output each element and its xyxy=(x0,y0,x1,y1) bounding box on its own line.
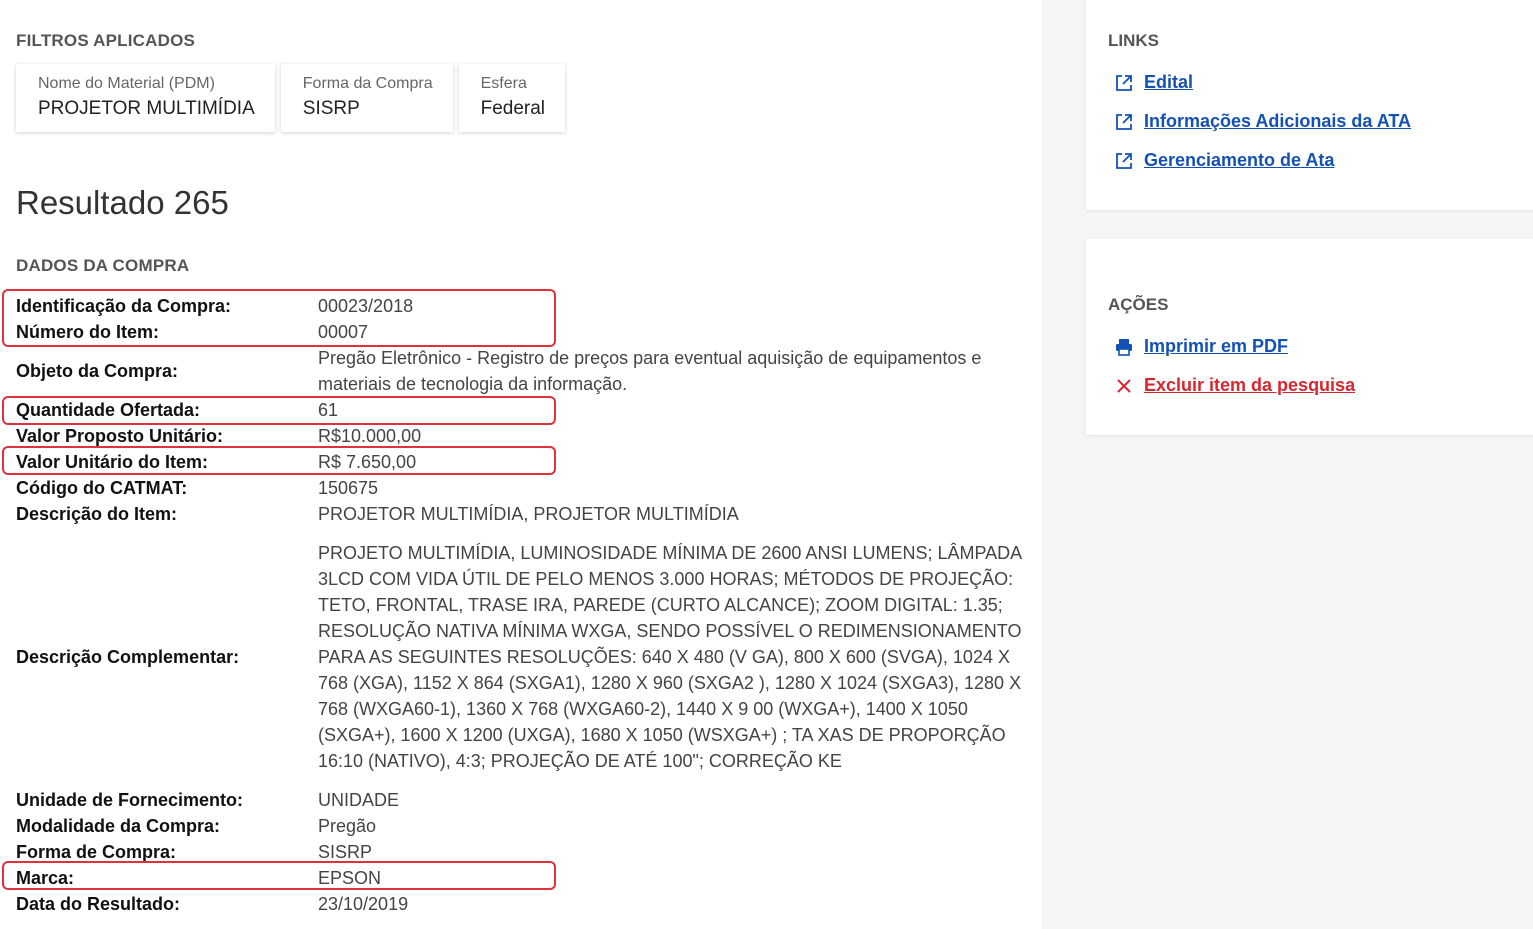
link-gerenciamento-ata[interactable]: Gerenciamento de Ata xyxy=(1114,150,1334,171)
link-label[interactable]: Imprimir em PDF xyxy=(1144,336,1288,357)
detail-value: UNIDADE xyxy=(318,790,400,810)
highlight-box xyxy=(2,861,556,890)
printer-icon xyxy=(1114,337,1134,357)
print-pdf-link[interactable]: Imprimir em PDF xyxy=(1114,336,1288,357)
highlight-box xyxy=(2,396,556,425)
link-informacoes-adicionais[interactable]: Informações Adicionais da ATA xyxy=(1114,111,1411,132)
filter-value: Federal xyxy=(480,98,546,119)
external-link-icon xyxy=(1114,73,1134,93)
external-link-icon xyxy=(1114,151,1134,171)
detail-row: Objeto da Compra: Pregão Eletrônico - Re… xyxy=(16,345,1026,397)
detail-row: Descrição Complementar: PROJETO MULTIMÍD… xyxy=(16,527,1026,787)
detail-label: Código do CATMAT: xyxy=(16,477,188,498)
detail-value: PROJETO MULTIMÍDIA, LUMINOSIDADE MÍNIMA … xyxy=(318,543,1022,771)
link-label[interactable]: Gerenciamento de Ata xyxy=(1144,150,1334,171)
detail-value: Pregão Eletrônico - Registro de preços p… xyxy=(318,348,982,394)
filter-card-esfera: Esfera Federal xyxy=(458,64,566,132)
link-label[interactable]: Edital xyxy=(1144,72,1193,93)
detail-row: Data do Resultado: 23/10/2019 xyxy=(16,891,1026,917)
result-title: Resultado 265 xyxy=(16,184,229,221)
link-label[interactable]: Informações Adicionais da ATA xyxy=(1144,111,1411,132)
detail-row: Unidade de Fornecimento: UNIDADE xyxy=(16,787,1026,813)
detail-label: Unidade de Fornecimento: xyxy=(16,789,244,810)
filter-card-material: Nome do Material (PDM) PROJETOR MULTIMÍD… xyxy=(16,64,275,132)
detail-row: Modalidade da Compra: Pregão xyxy=(16,813,1026,839)
filter-value: SISRP xyxy=(302,98,360,119)
highlight-box xyxy=(2,289,556,347)
close-icon xyxy=(1114,376,1134,396)
detail-label: Descrição do Item: xyxy=(16,503,178,524)
link-label[interactable]: Excluir item da pesquisa xyxy=(1144,375,1355,396)
delete-item-link[interactable]: Excluir item da pesquisa xyxy=(1114,375,1355,396)
main-content: FILTROS APLICADOS Nome do Material (PDM)… xyxy=(0,0,1042,929)
detail-value: PROJETOR MULTIMÍDIA, PROJETOR MULTIMÍDIA xyxy=(318,504,739,524)
dados-title: DADOS DA COMPRA xyxy=(16,256,190,275)
detail-label: Descrição Complementar: xyxy=(16,646,240,667)
filter-label: Nome do Material (PDM) xyxy=(38,75,215,92)
purchase-details: Identificação da Compra: 00023/2018 Núme… xyxy=(16,293,1026,917)
detail-row: Descrição do Item: PROJETOR MULTIMÍDIA, … xyxy=(16,501,1026,527)
filter-value: PROJETOR MULTIMÍDIA xyxy=(38,98,255,119)
detail-label: Valor Proposto Unitário: xyxy=(16,425,224,446)
acoes-title: AÇÕES xyxy=(1108,295,1169,314)
links-card: LINKS Edital Informações Adicionais da A… xyxy=(1086,0,1533,210)
detail-value: Pregão xyxy=(318,816,377,836)
detail-label: Data do Resultado: xyxy=(16,893,181,914)
detail-value: 23/10/2019 xyxy=(318,894,409,914)
filter-label: Esfera xyxy=(480,75,527,92)
acoes-card: AÇÕES Imprimir em PDF Excluir item da pe… xyxy=(1086,239,1533,435)
filter-card-forma: Forma da Compra SISRP xyxy=(280,64,453,132)
highlight-box xyxy=(2,446,556,475)
links-title: LINKS xyxy=(1108,31,1159,50)
detail-label: Modalidade da Compra: xyxy=(16,815,221,836)
external-link-icon xyxy=(1114,112,1134,132)
detail-label: Forma de Compra: xyxy=(16,841,177,862)
detail-row: Código do CATMAT: 150675 xyxy=(16,475,1026,501)
detail-label: Objeto da Compra: xyxy=(16,360,179,381)
filter-label: Forma da Compra xyxy=(302,75,433,92)
link-edital[interactable]: Edital xyxy=(1114,72,1193,93)
applied-filters: Nome do Material (PDM) PROJETOR MULTIMÍD… xyxy=(16,64,566,132)
filters-title: FILTROS APLICADOS xyxy=(16,31,196,50)
detail-value: 150675 xyxy=(318,478,379,498)
